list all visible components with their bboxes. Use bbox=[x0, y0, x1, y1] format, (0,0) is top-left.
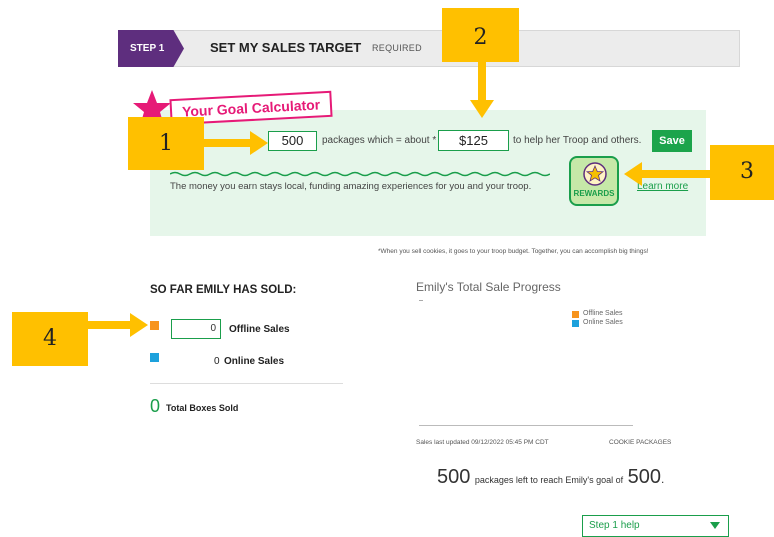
arrow-right-icon bbox=[86, 313, 148, 337]
legend-offline-label: Offline Sales bbox=[583, 310, 623, 317]
period: . bbox=[660, 472, 665, 486]
money-stays-local-text: The money you earn stays local, funding … bbox=[170, 181, 532, 192]
callout-2: 2 bbox=[442, 8, 519, 62]
legend-online-swatch bbox=[572, 320, 579, 327]
callout-3: 3 bbox=[710, 145, 774, 200]
required-label: REQUIRED bbox=[372, 43, 422, 53]
dollar-amount-input[interactable]: $125 bbox=[438, 130, 509, 151]
packages-left-text: packages left to reach Emily's goal of bbox=[474, 475, 624, 485]
arrow-left-icon bbox=[624, 162, 714, 186]
arrow-right-icon bbox=[200, 131, 268, 155]
divider bbox=[150, 383, 343, 384]
callout-4: 4 bbox=[12, 312, 88, 366]
step-help-label: Step 1 help bbox=[589, 520, 640, 531]
arrow-down-icon bbox=[470, 60, 494, 118]
goal-value: 500 bbox=[627, 466, 661, 488]
legend-offline-swatch bbox=[572, 311, 579, 318]
chevron-down-icon[interactable] bbox=[710, 522, 720, 529]
rewards-star-icon bbox=[583, 162, 607, 186]
save-button[interactable]: Save bbox=[652, 130, 692, 152]
online-sales-label: Online Sales bbox=[224, 356, 285, 367]
sales-updated-text: Sales last updated 09/12/2022 05:45 PM C… bbox=[416, 439, 549, 446]
step-badge: STEP 1 bbox=[118, 30, 184, 67]
offline-sales-label: Offline Sales bbox=[229, 324, 290, 335]
online-color-swatch bbox=[150, 353, 159, 362]
decorative-wavy-line bbox=[170, 171, 550, 177]
chart-axis-tick bbox=[419, 300, 423, 301]
online-sales-value: 0 bbox=[214, 356, 220, 367]
callout-1: 1 bbox=[128, 117, 204, 170]
troop-text: to help her Troop and others. bbox=[513, 135, 642, 146]
offline-color-swatch bbox=[150, 321, 159, 330]
step-title: SET MY SALES TARGET bbox=[210, 40, 362, 55]
offline-sales-input[interactable]: 0 bbox=[171, 319, 221, 339]
troop-budget-footnote: *When you sell cookies, it goes to your … bbox=[378, 248, 649, 255]
cookie-packages-label: COOKIE PACKAGES bbox=[609, 439, 672, 446]
packages-left-line: 500 packages left to reach Emily's goal … bbox=[437, 466, 664, 489]
rewards-label: REWARDS bbox=[573, 189, 615, 198]
packages-text: packages which = about * bbox=[322, 135, 437, 146]
packages-left-count: 500 bbox=[437, 466, 471, 488]
legend-online-label: Online Sales bbox=[583, 319, 623, 326]
rewards-badge[interactable] bbox=[569, 156, 619, 206]
packages-goal-input[interactable]: 500 bbox=[268, 131, 317, 151]
chart-axis-line bbox=[419, 425, 633, 426]
total-boxes-value: 0 bbox=[150, 396, 161, 416]
total-boxes-label: Total Boxes Sold bbox=[166, 403, 239, 413]
chart-title: Emily's Total Sale Progress bbox=[416, 280, 561, 294]
sold-heading: SO FAR EMILY HAS SOLD: bbox=[150, 284, 297, 296]
